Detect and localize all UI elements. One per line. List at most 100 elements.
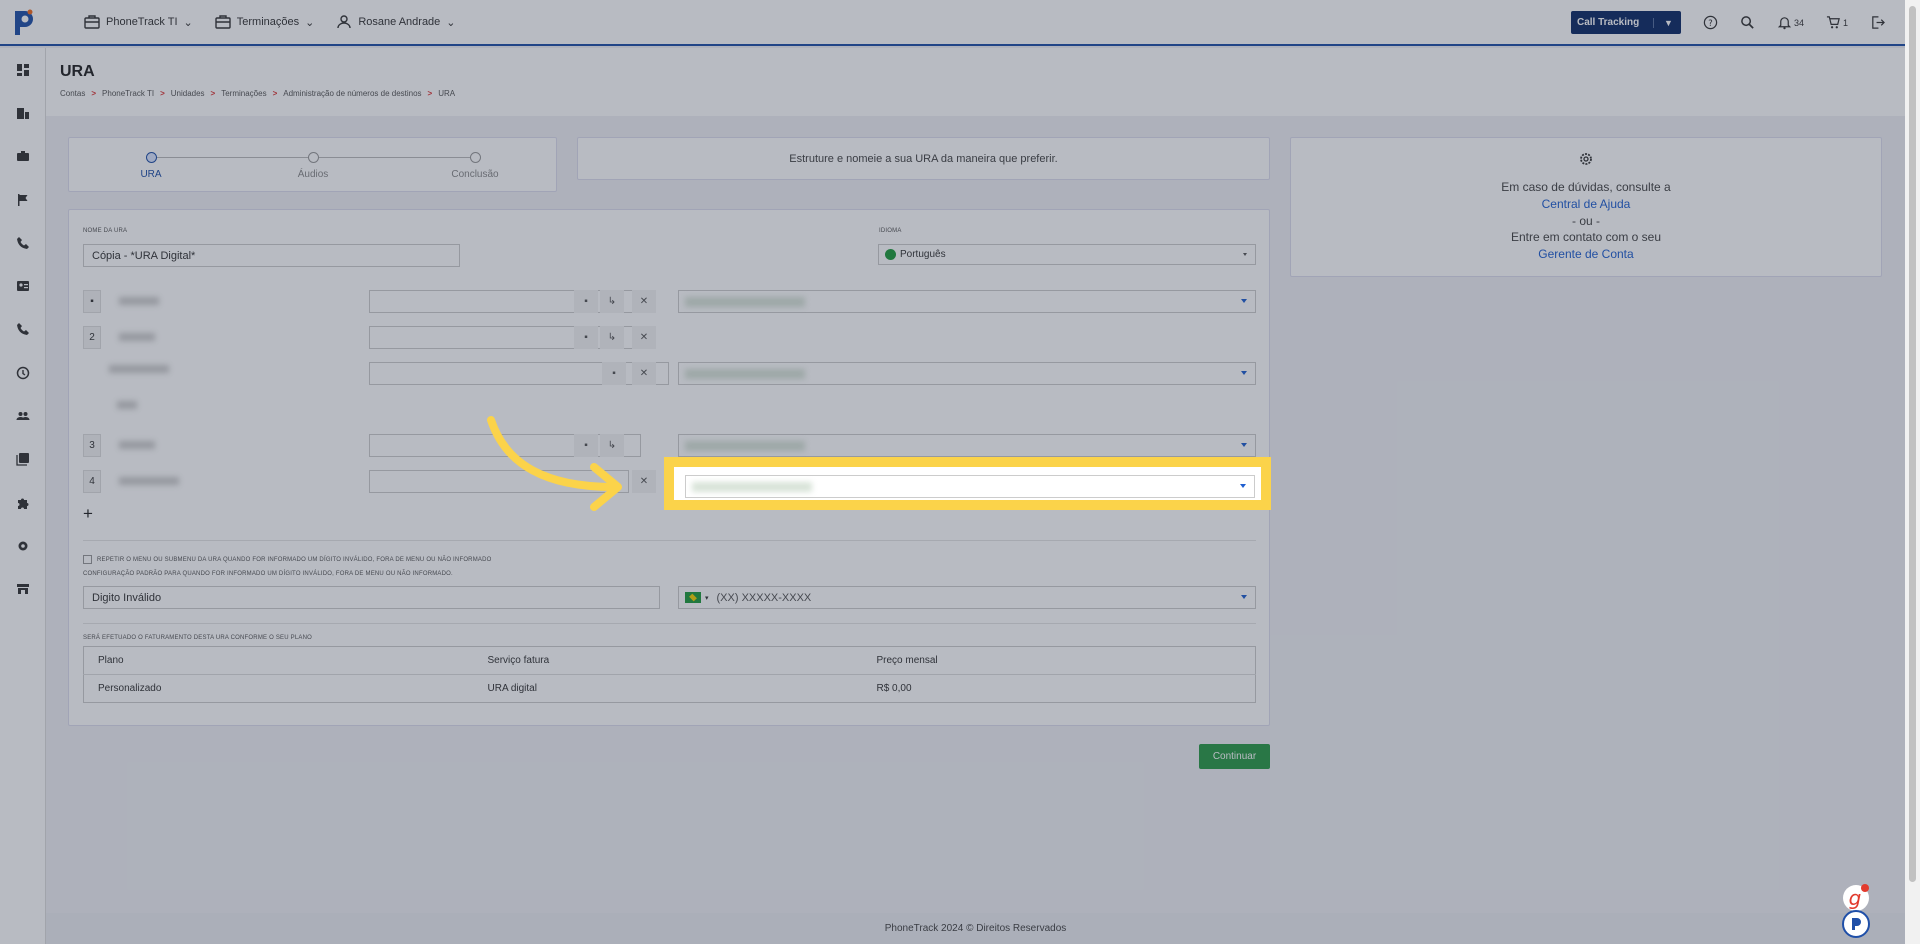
remove-row-button[interactable]: ✕ — [632, 326, 656, 349]
sidebar-item-store[interactable] — [0, 568, 46, 611]
submenu-icon-button[interactable]: ↳ — [600, 290, 624, 313]
destination-select-row-4[interactable] — [685, 475, 1255, 498]
product-switcher-button[interactable]: Call Tracking ▼ — [1570, 11, 1681, 34]
history-icon — [16, 366, 30, 379]
help-button[interactable]: ? — [1703, 15, 1718, 30]
invalid-digit-input[interactable]: Digito Inválido — [83, 586, 660, 609]
breadcrumb-item[interactable]: Terminações — [221, 89, 266, 98]
chevron-down-icon: ⌄ — [305, 16, 315, 29]
sidebar-item-calls[interactable] — [0, 221, 46, 264]
step-label-audios: Áudios — [297, 169, 329, 180]
language-value: Português — [900, 249, 946, 260]
breadcrumb-item[interactable]: Contas — [60, 89, 85, 98]
step-label-ura: URA — [140, 169, 162, 180]
account-manager-link[interactable]: Gerente de Conta — [1291, 247, 1881, 261]
breadcrumb-item[interactable]: Administração de números de destinos — [283, 89, 421, 98]
blurred-text — [119, 441, 155, 449]
nav-user[interactable]: Rosane Andrade ⌄ — [336, 15, 456, 29]
breadcrumb-item[interactable]: PhoneTrack TI — [102, 89, 154, 98]
remove-row-button[interactable]: ✕ — [632, 290, 656, 313]
nav-terminations[interactable]: Terminações ⌄ — [215, 15, 315, 29]
logout-button[interactable] — [1870, 15, 1885, 30]
instruction-text: Estruture e nomeie a sua URA da maneira … — [789, 152, 1058, 165]
table-cell: R$ 0,00 — [876, 683, 912, 694]
phone-placeholder: (XX) XXXXX-XXXX — [716, 591, 812, 604]
product-switcher-label: Call Tracking — [1576, 17, 1640, 28]
audio-icon-button[interactable]: ▪ — [602, 362, 626, 385]
repeat-menu-checkbox[interactable] — [83, 555, 92, 564]
phonetrack-logo[interactable] — [0, 0, 46, 44]
brazil-flag-icon — [685, 592, 701, 603]
sidebar-item-library[interactable] — [0, 438, 46, 481]
step-connector — [313, 157, 475, 158]
logout-icon — [1872, 16, 1885, 29]
submenu-icon-button[interactable]: ↳ — [600, 326, 624, 349]
audio-icon-button[interactable]: ▪ — [574, 290, 598, 313]
sidebar-item-users[interactable] — [0, 394, 46, 437]
help-text: Entre em contato com o seu — [1510, 230, 1662, 244]
store-icon — [17, 584, 29, 595]
billing-label: Será efetuado o faturamento desta URA co… — [83, 635, 312, 641]
tutorial-arrow-icon — [487, 416, 622, 511]
invalid-digit-destination-select[interactable]: ▾ (XX) XXXXX-XXXX — [678, 586, 1256, 609]
continue-button[interactable]: Continuar — [1199, 744, 1270, 769]
scrollbar-thumb[interactable] — [1909, 6, 1916, 882]
logo-icon — [15, 9, 33, 35]
notifications-count: 34 — [1793, 17, 1804, 28]
top-bar: PhoneTrack TI ⌄ Terminações ⌄ Rosane And… — [0, 0, 1905, 46]
briefcase-icon — [215, 15, 231, 29]
sidebar-item-integrations[interactable] — [0, 481, 46, 524]
breadcrumb-separator: > — [91, 89, 97, 98]
sidebar-item-settings[interactable] — [0, 524, 46, 567]
sidebar-item-buildings[interactable] — [0, 91, 46, 134]
menu-option-number: 2 — [83, 326, 101, 349]
step-dot-ura — [146, 152, 157, 163]
remove-row-button[interactable]: ✕ — [632, 362, 656, 385]
add-option-button[interactable]: + — [83, 504, 93, 524]
breadcrumb-item-current: URA — [438, 89, 456, 98]
divider — [83, 540, 1256, 541]
billing-table: Plano Serviço fatura Preço mensal Person… — [83, 646, 1256, 703]
notifications-button[interactable]: 34 — [1777, 15, 1804, 30]
blurred-text — [119, 333, 155, 341]
sidebar-item-flag[interactable] — [0, 178, 46, 221]
table-header: Serviço fatura — [473, 646, 863, 675]
sidebar-item-briefcase[interactable] — [0, 135, 46, 178]
destination-select[interactable] — [678, 362, 1256, 385]
cart-button[interactable]: 1 — [1826, 15, 1848, 30]
sidebar-item-contacts[interactable] — [0, 264, 46, 307]
guide-widget-icon[interactable]: g — [1838, 880, 1874, 940]
step-dot-audios — [308, 152, 319, 163]
repeat-menu-label: Repetir o menu ou submenu da URA quando … — [97, 557, 492, 563]
svg-text:?: ? — [1708, 18, 1712, 28]
sidebar-item-dashboard[interactable] — [0, 48, 46, 91]
destination-select[interactable] — [678, 290, 1256, 313]
menu-option-number: 3 — [83, 434, 101, 457]
menu-option-icon[interactable]: ▪ — [83, 290, 101, 313]
building-icon — [17, 107, 29, 119]
breadcrumb-separator: > — [272, 89, 278, 98]
table-header: Plano — [83, 646, 474, 675]
ura-name-input[interactable]: Cópia - *URA Digital* — [83, 244, 460, 267]
sidebar-item-history[interactable] — [0, 351, 46, 394]
blurred-text — [109, 365, 169, 373]
nav-account[interactable]: PhoneTrack TI ⌄ — [84, 15, 193, 29]
table-header-row: Plano Serviço fatura Preço mensal — [83, 646, 1256, 675]
blurred-text — [119, 477, 179, 485]
page-scrollbar[interactable] — [1905, 0, 1920, 944]
gear-icon — [18, 541, 28, 551]
language-select[interactable]: Português — [878, 244, 1256, 265]
instruction-panel: Estruture e nomeie a sua URA da maneira … — [577, 137, 1270, 180]
breadcrumb-item[interactable]: Unidades — [171, 89, 205, 98]
breadcrumb: Contas > PhoneTrack TI > Unidades > Termina… — [60, 89, 455, 98]
nav-account-label: PhoneTrack TI — [106, 16, 178, 28]
caret-down-icon — [1243, 253, 1247, 256]
stepper: URA Áudios Conclusão — [68, 137, 557, 192]
help-center-link[interactable]: Central de Ajuda — [1291, 197, 1881, 211]
contact-card-icon — [17, 281, 29, 292]
caret-down-icon — [1241, 371, 1247, 375]
sidebar-item-phone[interactable] — [0, 308, 46, 351]
destination-select[interactable] — [678, 434, 1256, 457]
search-button[interactable] — [1740, 15, 1755, 30]
audio-icon-button[interactable]: ▪ — [574, 326, 598, 349]
